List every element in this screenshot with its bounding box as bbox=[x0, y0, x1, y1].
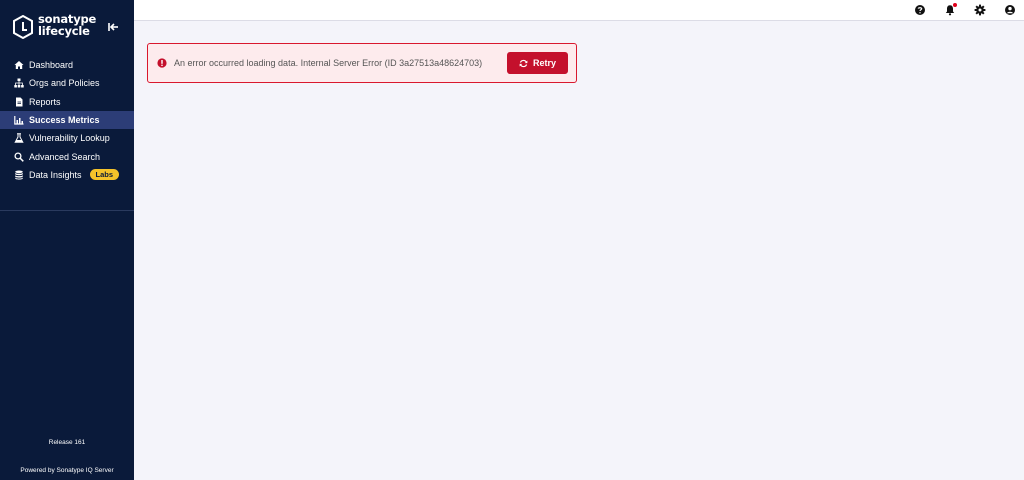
brand-line2: lifecycle bbox=[38, 24, 90, 38]
error-icon bbox=[157, 58, 167, 68]
nav-item-data-insights[interactable]: Data Insights Labs bbox=[0, 166, 134, 184]
nav-label: Advanced Search bbox=[29, 151, 101, 162]
sidebar: sonatype lifecycle Dashboard Orgs and Po… bbox=[0, 0, 134, 480]
help-icon[interactable] bbox=[914, 4, 926, 16]
refresh-icon bbox=[519, 59, 528, 67]
settings-icon[interactable] bbox=[974, 4, 986, 16]
nav-label: Vulnerability Lookup bbox=[29, 133, 110, 144]
nav-item-advanced-search[interactable]: Advanced Search bbox=[0, 147, 134, 165]
file-icon bbox=[16, 97, 23, 107]
collapse-sidebar-icon[interactable] bbox=[106, 20, 120, 34]
powered-by: Powered by Sonatype IQ Server bbox=[20, 467, 114, 474]
nav-label: Orgs and Policies bbox=[29, 78, 100, 89]
nav-item-dashboard[interactable]: Dashboard bbox=[0, 56, 134, 74]
main-nav: Dashboard Orgs and Policies Reports Succ… bbox=[0, 56, 134, 184]
error-alert: An error occurred loading data. Internal… bbox=[147, 43, 577, 83]
notification-dot bbox=[953, 3, 957, 7]
database-icon bbox=[15, 170, 23, 180]
user-account-icon[interactable] bbox=[1004, 4, 1016, 16]
top-bar bbox=[134, 0, 1024, 21]
retry-label: Retry bbox=[532, 58, 556, 68]
chart-icon bbox=[14, 116, 24, 125]
nav-label: Success Metrics bbox=[29, 115, 100, 126]
home-icon bbox=[14, 61, 24, 70]
labs-badge: Labs bbox=[89, 169, 120, 181]
error-message: An error occurred loading data. Internal… bbox=[174, 58, 483, 68]
nav-item-reports[interactable]: Reports bbox=[0, 93, 134, 111]
sonatype-logo-icon bbox=[13, 15, 33, 39]
nav-item-vulnerability-lookup[interactable]: Vulnerability Lookup bbox=[0, 129, 134, 147]
nav-label: Dashboard bbox=[29, 60, 74, 71]
nav-label: Reports bbox=[29, 96, 61, 107]
nav-item-success-metrics[interactable]: Success Metrics bbox=[0, 110, 134, 130]
vulnerability-icon bbox=[14, 133, 24, 144]
nav-item-orgs-policies[interactable]: Orgs and Policies bbox=[0, 74, 134, 92]
logo[interactable]: sonatype lifecycle bbox=[13, 13, 96, 39]
hierarchy-icon bbox=[14, 78, 24, 88]
release-version: Release 161 bbox=[48, 439, 86, 446]
sidebar-divider bbox=[0, 210, 134, 211]
search-icon bbox=[14, 152, 24, 162]
nav-label: Data Insights bbox=[29, 169, 82, 180]
brand-name: sonatype lifecycle bbox=[38, 13, 96, 37]
retry-button[interactable]: Retry bbox=[507, 52, 568, 74]
